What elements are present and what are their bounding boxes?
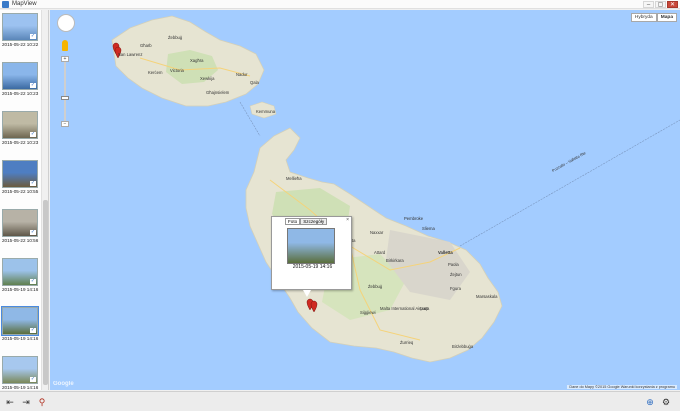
globe-icon[interactable]: ⊕ (644, 396, 656, 408)
place-label: Birżebbuġa (452, 344, 474, 349)
photo-date-label: 2015-05-19 14:16 (2, 336, 39, 341)
map-attribution[interactable]: Dane do Mapy ©2015 Google Warunki korzys… (567, 385, 677, 389)
geotagged-check-icon: ✓ (30, 131, 36, 137)
google-logo: Google (53, 381, 74, 387)
geotagged-check-icon: ✓ (30, 327, 36, 333)
photo-list-item[interactable]: ✓ 2015-05-19 14:16 (2, 356, 40, 390)
ferry-route-label: Pozzallo – Valletta Rte (551, 151, 587, 173)
place-label: Xewkija (200, 76, 215, 81)
place-label: Kerċem (148, 70, 163, 75)
photo-thumbnail[interactable]: ✓ (2, 111, 38, 139)
next-photo-button[interactable]: ⇥ (20, 396, 32, 408)
minimize-button[interactable]: ‒ (643, 1, 654, 8)
place-label: Nadur (236, 72, 248, 77)
photo-list[interactable]: ✓ 2015-05-22 10:22 ✓ 2015-05-22 10:23 ✓ 2015-… (0, 10, 49, 390)
bottom-toolbar: ⇤ ⇥ ⚲ ⊕ ⚙ (0, 391, 680, 411)
place-label: Valletta (438, 250, 453, 255)
window-title: MapView (12, 1, 37, 7)
geotagged-check-icon: ✓ (30, 180, 36, 186)
popup-tab-details[interactable]: Szczegóły (300, 218, 328, 225)
map-type-control: Hybryda Mapa (630, 13, 677, 22)
map-type-map-button[interactable]: Mapa (656, 13, 677, 22)
place-label: Fgura (450, 286, 461, 291)
photo-info-window: Foto Szczegóły × 2015-05-19 14:16 (271, 216, 352, 297)
zoom-in-button[interactable]: + (61, 56, 69, 62)
photo-date-label: 2015-05-22 10:56 (2, 238, 39, 243)
geotag-icon[interactable]: ⚲ (36, 396, 48, 408)
place-label: Marsaskala (476, 294, 498, 299)
app-window: MapView ‒ ▢ ✕ ✓ 2015-05-22 10:22 ✓ 2015-05-… (0, 0, 680, 411)
place-label: Sliema (422, 226, 435, 231)
photo-list-item[interactable]: ✓ 2015-05-22 10:22 (2, 13, 40, 47)
photo-thumbnail[interactable]: ✓ (2, 258, 38, 286)
photo-date-label: 2015-05-22 10:23 (2, 91, 39, 96)
photo-date-label: 2015-05-22 10:23 (2, 140, 39, 145)
app-icon (2, 1, 9, 8)
zoom-slider-handle[interactable] (61, 96, 69, 100)
place-label: Qala (250, 80, 259, 85)
photo-date-label: 2015-05-22 10:55 (2, 189, 39, 194)
zoom-slider-track[interactable] (64, 58, 66, 124)
photo-thumbnail[interactable]: ✓ (1, 306, 39, 336)
photo-date-label: 2015-05-19 14:16 (2, 287, 39, 292)
photo-list-item[interactable]: ✓ 2015-05-19 14:16 (1, 306, 40, 341)
geotagged-check-icon: ✓ (30, 33, 36, 39)
popup-tab-photo[interactable]: Foto (285, 218, 301, 225)
sidebar-scrollbar[interactable] (41, 10, 48, 390)
photo-thumbnail[interactable]: ✓ (2, 209, 38, 237)
geotagged-check-icon: ✓ (30, 229, 36, 235)
geotagged-check-icon: ✓ (30, 278, 36, 284)
zoom-out-button[interactable]: − (61, 121, 69, 127)
place-label: Naxxar (370, 230, 384, 235)
photo-list-item[interactable]: ✓ 2015-05-22 10:23 (2, 111, 40, 145)
place-label: Mellieħa (286, 176, 302, 181)
place-label: Xagħra (190, 58, 204, 63)
scrollbar-thumb[interactable] (43, 200, 48, 385)
photo-list-item[interactable]: ✓ 2015-05-22 10:56 (2, 209, 40, 243)
pan-control[interactable] (57, 14, 75, 32)
place-label: Żejtun (450, 272, 462, 277)
place-label: Pembroke (404, 216, 424, 221)
popup-date: 2015-05-19 14:16 (292, 264, 333, 270)
maximize-button[interactable]: ▢ (655, 1, 666, 8)
photo-date-label: 2015-05-19 14:16 (2, 385, 39, 390)
photo-date-label: 2015-05-22 10:22 (2, 42, 39, 47)
place-label: Għarb (140, 43, 152, 48)
prev-photo-button[interactable]: ⇤ (4, 396, 16, 408)
place-label: Għajnsielem (206, 90, 230, 95)
map-view[interactable]: Għarb Żebbuġ Xagħra Nadur Qala Xewkija G… (50, 10, 680, 390)
map-labels: Għarb Żebbuġ Xagħra Nadur Qala Xewkija G… (50, 10, 680, 390)
photo-thumbnail[interactable]: ✓ (2, 62, 38, 90)
geotagged-check-icon: ✓ (30, 82, 36, 88)
street-view-pegman-icon[interactable] (62, 40, 68, 51)
popup-photo[interactable] (287, 228, 335, 264)
place-label: Żebbuġ (168, 35, 183, 40)
popup-tail (303, 290, 311, 297)
close-button[interactable]: ✕ (667, 1, 678, 8)
photo-thumbnail[interactable]: ✓ (2, 13, 38, 41)
map-type-hybrid-button[interactable]: Hybryda (630, 13, 657, 22)
place-label: San Lawrenz (118, 52, 143, 57)
place-label: Attard (374, 250, 386, 255)
place-label: Żebbuġ (368, 284, 383, 289)
popup-close-icon[interactable]: × (346, 217, 349, 223)
title-bar: MapView ‒ ▢ ✕ (0, 0, 680, 9)
photo-list-item[interactable]: ✓ 2015-05-22 10:55 (2, 160, 40, 194)
place-label: Paola (448, 262, 459, 267)
place-label: Malta International Airport (380, 306, 428, 311)
geotagged-check-icon: ✓ (30, 376, 36, 382)
place-label: Kemmuna (256, 109, 276, 114)
place-label: Victoria (170, 68, 184, 73)
settings-icon[interactable]: ⚙ (660, 396, 672, 408)
place-label: Siġġiewi (360, 310, 376, 315)
place-label: Żurrieq (400, 340, 414, 345)
place-label: Birkirkara (386, 258, 404, 263)
photo-list-item[interactable]: ✓ 2015-05-19 14:16 (2, 258, 40, 292)
photo-list-item[interactable]: ✓ 2015-05-22 10:23 (2, 62, 40, 96)
photo-thumbnail[interactable]: ✓ (2, 160, 38, 188)
photo-thumbnail[interactable]: ✓ (2, 356, 38, 384)
